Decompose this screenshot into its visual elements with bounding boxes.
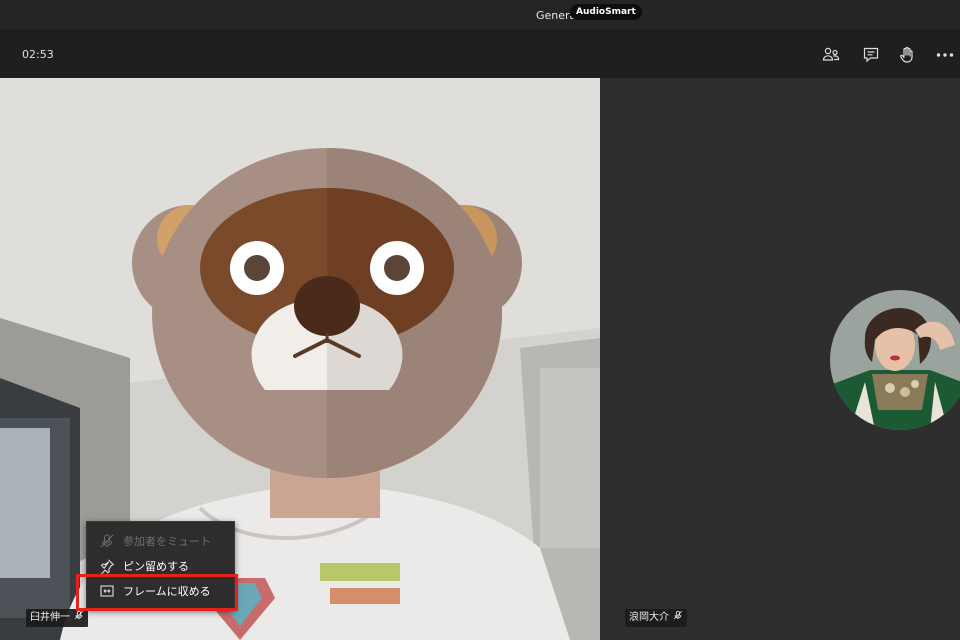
menu-item-label: フレームに収める: [123, 585, 211, 598]
menu-item-label: 参加者をミュート: [123, 535, 211, 548]
fit-frame-icon: [99, 583, 115, 599]
menu-item-mute-participant: 参加者をミュート: [87, 529, 234, 553]
title-bar: General AudioSmart: [0, 0, 960, 31]
call-timer: 02:53: [22, 48, 54, 61]
mic-off-icon: [99, 533, 115, 549]
menu-item-fit-to-frame[interactable]: フレームに収める: [87, 579, 234, 603]
avatar-photo: [830, 290, 960, 430]
participant-avatar[interactable]: [830, 290, 960, 430]
participant-context-menu: 参加者をミュート ピン留めする フレームに収める: [86, 521, 235, 610]
meeting-bar: 02:53: [0, 31, 960, 78]
audiosmart-badge[interactable]: AudioSmart: [570, 4, 642, 20]
chat-icon[interactable]: [860, 44, 882, 66]
menu-item-pin[interactable]: ピン留めする: [87, 554, 234, 578]
main-participant-name-tag: 臼井伸一: [26, 609, 88, 627]
more-options-icon[interactable]: [934, 44, 956, 66]
side-participant-name: 浪岡大介: [629, 612, 669, 623]
raise-hand-icon[interactable]: [896, 44, 918, 66]
pin-icon: [99, 558, 115, 575]
side-participant-name-tag: 浪岡大介: [625, 609, 687, 627]
mic-off-icon: [74, 609, 84, 627]
mic-off-icon: [673, 609, 683, 627]
participants-icon[interactable]: [820, 44, 842, 66]
main-participant-name: 臼井伸一: [30, 612, 70, 623]
menu-item-label: ピン留めする: [123, 560, 189, 573]
